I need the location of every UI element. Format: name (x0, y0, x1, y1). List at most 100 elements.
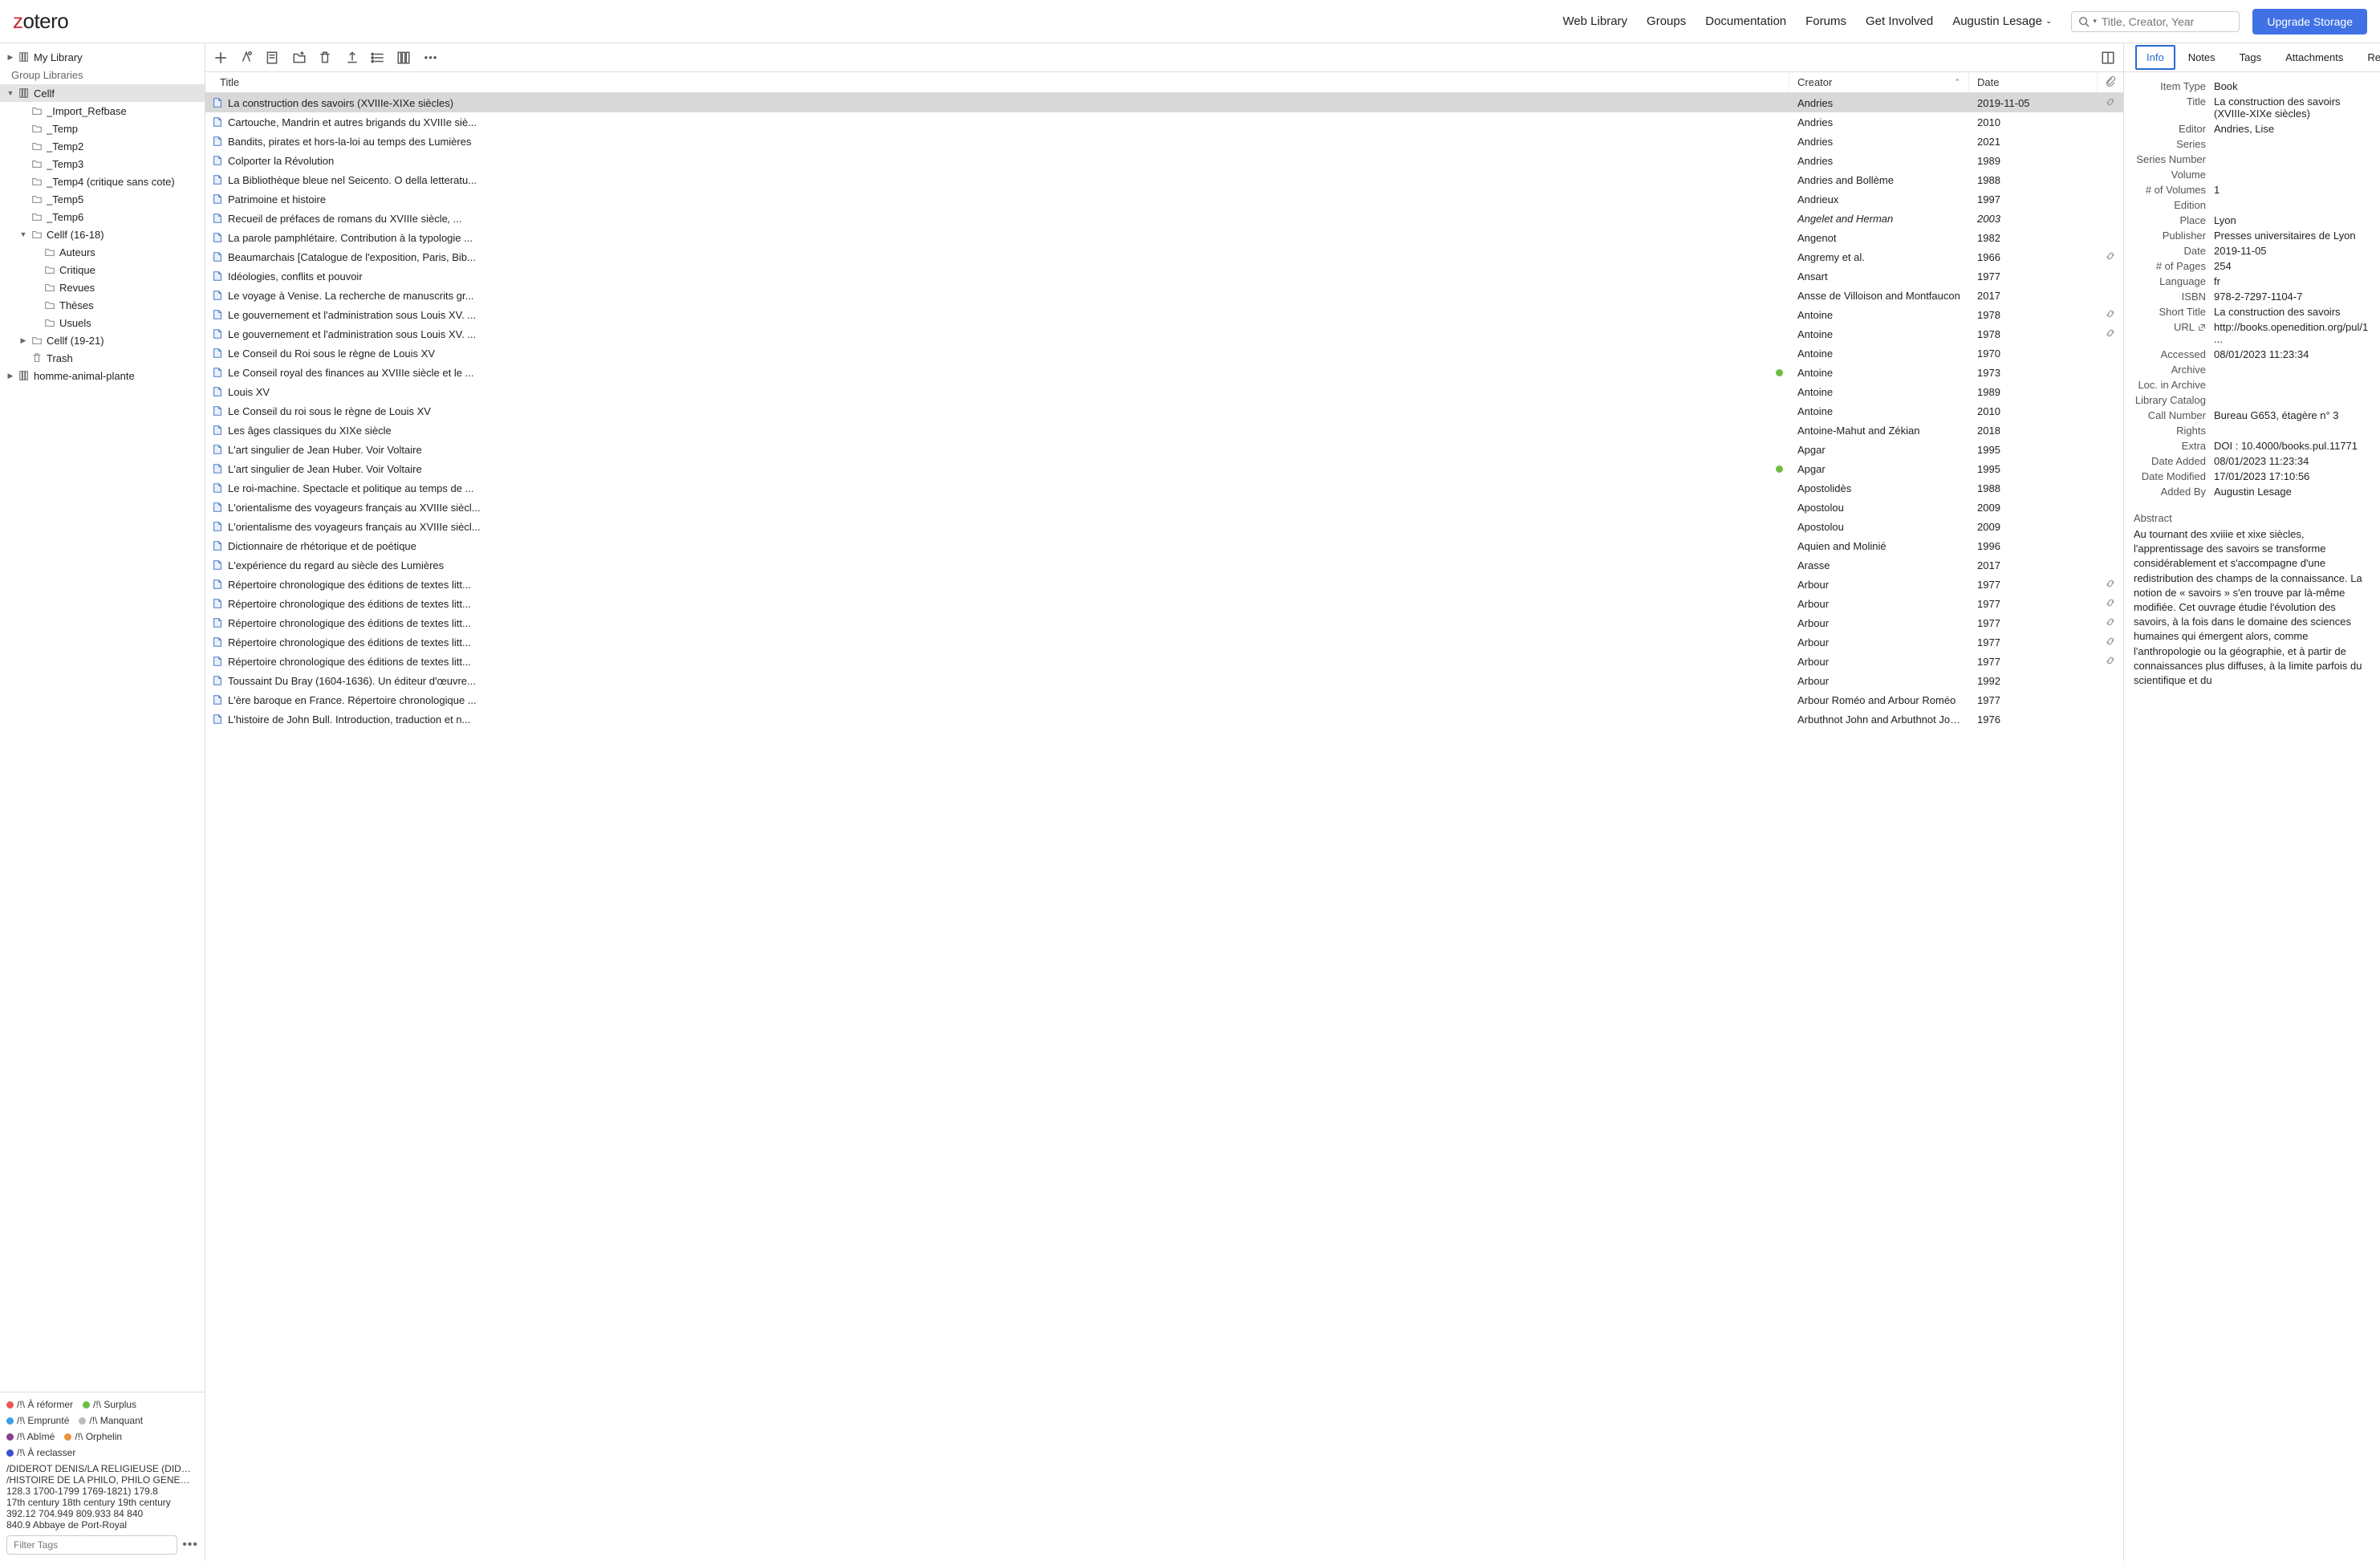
tag-plain[interactable]: 840.9 Abbaye de Port-Royal (6, 1519, 191, 1531)
item-row[interactable]: Le Conseil du Roi sous le règne de Louis… (205, 344, 2123, 363)
nav-groups[interactable]: Groups (1647, 14, 1686, 28)
collection--temp6[interactable]: _Temp6 (0, 208, 205, 226)
item-row[interactable]: L'orientalisme des voyageurs français au… (205, 517, 2123, 536)
item-row[interactable]: L'art singulier de Jean Huber. Voir Volt… (205, 459, 2123, 478)
tag-colored[interactable]: /!\ À reclasser (6, 1447, 75, 1458)
global-search-input[interactable] (2102, 15, 2232, 28)
tag-plain[interactable]: /HISTOIRE DE LA PHILO, PHILO GENERAL... (6, 1474, 191, 1486)
item-row[interactable]: L'ère baroque en France. Répertoire chro… (205, 690, 2123, 709)
nav-get-involved[interactable]: Get Involved (1866, 14, 1933, 28)
item-row[interactable]: Patrimoine et histoireAndrieux1997 (205, 189, 2123, 209)
twisty-icon[interactable] (19, 336, 27, 345)
item-row[interactable]: Beaumarchais [Catalogue de l'exposition,… (205, 247, 2123, 266)
item-row[interactable]: La Bibliothèque bleue nel Seicento. O de… (205, 170, 2123, 189)
item-row[interactable]: Répertoire chronologique des éditions de… (205, 575, 2123, 594)
trash-button[interactable] (318, 51, 332, 65)
collection--temp3[interactable]: _Temp3 (0, 155, 205, 173)
item-row[interactable]: Dictionnaire de rhétorique et de poétiqu… (205, 536, 2123, 555)
meta-value[interactable]: Presses universitaires de Lyon (2214, 230, 2370, 242)
collection--temp[interactable]: _Temp (0, 120, 205, 137)
collection--temp2[interactable]: _Temp2 (0, 137, 205, 155)
meta-value[interactable]: 254 (2214, 260, 2370, 272)
upgrade-storage-button[interactable]: Upgrade Storage (2252, 9, 2367, 35)
item-row[interactable]: Les âges classiques du XIXe siècleAntoin… (205, 421, 2123, 440)
add-to-collection-button[interactable] (292, 51, 307, 65)
collection-critique[interactable]: Critique (0, 261, 205, 278)
nav-forums[interactable]: Forums (1805, 14, 1846, 28)
tag-plain[interactable]: 128.3 1700-1799 1769-1821) 179.8 (6, 1486, 191, 1497)
collection-auteurs[interactable]: Auteurs (0, 243, 205, 261)
meta-value[interactable]: 2019-11-05 (2214, 245, 2370, 257)
meta-value[interactable]: http://books.openedition.org/pul/1... (2214, 321, 2370, 345)
item-row[interactable]: Le Conseil du roi sous le règne de Louis… (205, 401, 2123, 421)
item-row[interactable]: La construction des savoirs (XVIIIe-XIXe… (205, 93, 2123, 112)
collection-th-ses[interactable]: Thèses (0, 296, 205, 314)
collection--temp5[interactable]: _Temp5 (0, 190, 205, 208)
meta-value[interactable]: 17/01/2023 17:10:56 (2214, 470, 2370, 482)
meta-value[interactable]: 08/01/2023 11:23:34 (2214, 348, 2370, 360)
collection--import-refbase[interactable]: _Import_Refbase (0, 102, 205, 120)
column-header-date[interactable]: Date (1969, 73, 2098, 91)
collection--temp4-critique-sans-cote-[interactable]: _Temp4 (critique sans cote) (0, 173, 205, 190)
add-by-identifier-button[interactable] (239, 51, 254, 65)
tag-menu-button[interactable]: ••• (182, 1538, 198, 1552)
item-row[interactable]: Le voyage à Venise. La recherche de manu… (205, 286, 2123, 305)
tag-colored[interactable]: /!\ Abîmé (6, 1431, 55, 1442)
tab-info[interactable]: Info (2135, 45, 2175, 70)
tag-plain[interactable]: 392.12 704.949 809.933 84 840 (6, 1508, 191, 1519)
nav-documentation[interactable]: Documentation (1705, 14, 1786, 28)
collection-cellf-16-18-[interactable]: Cellf (16-18) (0, 226, 205, 243)
tag-colored[interactable]: /!\ Manquant (79, 1415, 143, 1426)
new-item-button[interactable] (213, 51, 228, 65)
tab-attachments[interactable]: Attachments (2274, 45, 2354, 70)
item-row[interactable]: L'orientalisme des voyageurs français au… (205, 498, 2123, 517)
meta-value[interactable]: 978-2-7297-1104-7 (2214, 291, 2370, 303)
filter-tags-input[interactable] (6, 1535, 177, 1555)
tag-colored[interactable]: /!\ Emprunté (6, 1415, 69, 1426)
twisty-icon[interactable] (6, 53, 14, 62)
user-menu[interactable]: Augustin Lesage ⌄ (1952, 14, 2052, 28)
item-row[interactable]: Le Conseil royal des finances au XVIIIe … (205, 363, 2123, 382)
column-header-title[interactable]: Title (205, 73, 1789, 91)
item-row[interactable]: La parole pamphlétaire. Contribution à l… (205, 228, 2123, 247)
column-header-creator[interactable]: Creator⌃ (1789, 73, 1969, 91)
item-row[interactable]: Répertoire chronologique des éditions de… (205, 652, 2123, 671)
item-row[interactable]: Colporter la RévolutionAndries1989 (205, 151, 2123, 170)
item-row[interactable]: Le gouvernement et l'administration sous… (205, 305, 2123, 324)
meta-value[interactable]: 08/01/2023 11:23:34 (2214, 455, 2370, 467)
twisty-icon[interactable] (6, 372, 14, 380)
more-options-button[interactable]: ••• (424, 51, 438, 65)
meta-value[interactable]: DOI : 10.4000/books.pul.11771 (2214, 440, 2370, 452)
item-row[interactable]: Toussaint Du Bray (1604-1636). Un éditeu… (205, 671, 2123, 690)
item-row[interactable]: L'art singulier de Jean Huber. Voir Volt… (205, 440, 2123, 459)
item-row[interactable]: Le gouvernement et l'administration sous… (205, 324, 2123, 344)
meta-value[interactable]: Andries, Lise (2214, 123, 2370, 135)
column-header-attachment[interactable] (2098, 75, 2123, 89)
meta-value[interactable]: La construction des savoirs (XVIIIe-XIXe… (2214, 96, 2370, 120)
collection-cellf[interactable]: Cellf (0, 84, 205, 102)
tag-plain[interactable]: 17th century 18th century 19th century (6, 1497, 191, 1508)
item-row[interactable]: Répertoire chronologique des éditions de… (205, 594, 2123, 613)
item-row[interactable]: L'histoire de John Bull. Introduction, t… (205, 709, 2123, 729)
collection-homme-animal-plante[interactable]: homme-animal-plante (0, 367, 205, 384)
trash-trash[interactable]: Trash (0, 349, 205, 367)
meta-value[interactable]: fr (2214, 275, 2370, 287)
export-button[interactable] (345, 51, 359, 65)
subscribe-feed-button[interactable] (396, 51, 411, 65)
meta-value[interactable]: 1 (2214, 184, 2370, 196)
item-row[interactable]: Louis XVAntoine1989 (205, 382, 2123, 401)
meta-value[interactable]: Augustin Lesage (2214, 486, 2370, 498)
column-picker-button[interactable] (2101, 51, 2115, 65)
tab-related[interactable]: Related (2356, 45, 2380, 70)
tag-colored[interactable]: /!\ Orphelin (64, 1431, 122, 1442)
item-row[interactable]: Le roi-machine. Spectacle et politique a… (205, 478, 2123, 498)
tab-tags[interactable]: Tags (2228, 45, 2272, 70)
app-logo[interactable]: zotero (13, 9, 68, 34)
create-bibliography-button[interactable] (371, 51, 385, 65)
tab-notes[interactable]: Notes (2177, 45, 2227, 70)
item-row[interactable]: Répertoire chronologique des éditions de… (205, 632, 2123, 652)
tag-colored[interactable]: /!\ À réformer (6, 1399, 73, 1410)
meta-value[interactable]: Lyon (2214, 214, 2370, 226)
collection-cellf-19-21-[interactable]: Cellf (19-21) (0, 331, 205, 349)
global-search[interactable]: ▾ (2071, 11, 2240, 32)
